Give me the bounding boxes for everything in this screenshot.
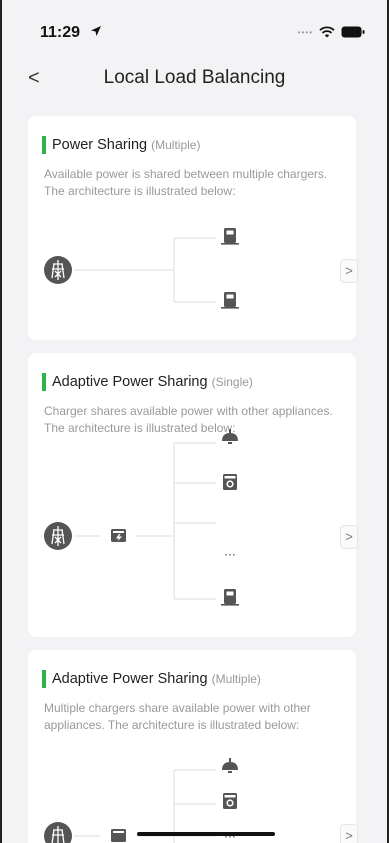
power-grid-icon xyxy=(44,522,72,550)
cellular-signal-icon: •••• xyxy=(297,27,313,37)
status-time: 11:29 xyxy=(40,24,81,41)
power-grid-icon xyxy=(44,822,72,843)
location-arrow-icon xyxy=(91,26,101,36)
washing-machine-icon xyxy=(223,793,237,809)
charger-icon xyxy=(221,589,239,606)
chevron-right-icon[interactable]: > xyxy=(340,525,358,549)
chevron-right-icon[interactable]: > xyxy=(340,259,358,283)
adaptive-power-sharing-multiple-card[interactable]: Adaptive Power Sharing (Multiple) Multipl… xyxy=(28,650,358,843)
meter-icon xyxy=(111,529,126,542)
lamp-icon xyxy=(222,758,238,773)
home-indicator[interactable] xyxy=(137,832,275,836)
adaptive-power-sharing-single-card[interactable]: Adaptive Power Sharing (Single) Charger s… xyxy=(28,353,358,637)
meter-icon xyxy=(111,829,126,842)
charger-icon xyxy=(221,292,239,309)
wifi-icon xyxy=(319,26,335,38)
architecture-diagram xyxy=(44,228,239,309)
architecture-diagram: ··· xyxy=(44,429,239,606)
more-appliances-ellipsis: ··· xyxy=(224,548,235,562)
power-grid-icon xyxy=(44,256,72,284)
battery-icon xyxy=(341,26,365,38)
charger-icon xyxy=(221,228,239,245)
page-title: Local Load Balancing xyxy=(103,67,286,88)
architecture-diagram: ··· xyxy=(44,758,238,843)
power-sharing-multiple-card[interactable]: Power Sharing (Multiple) Available power … xyxy=(28,116,358,340)
status-bar: 11:29 •••• xyxy=(2,0,387,56)
washing-machine-icon xyxy=(223,474,237,490)
status-icons: •••• xyxy=(298,26,365,38)
navigation-bar: < Local Load Balancing xyxy=(2,56,387,100)
chevron-right-icon[interactable]: > xyxy=(340,824,358,843)
lamp-icon xyxy=(222,429,238,444)
